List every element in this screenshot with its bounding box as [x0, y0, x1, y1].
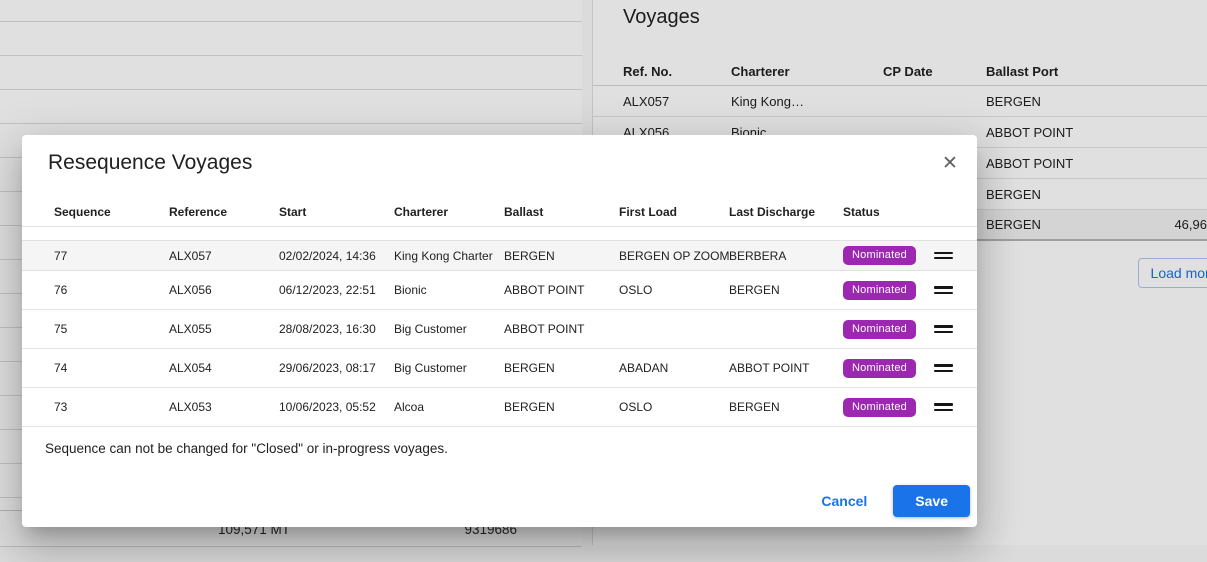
- status-badge: Nominated: [843, 246, 916, 265]
- column-header-first-load: First Load: [619, 205, 729, 219]
- reference-cell: ALX057: [169, 249, 279, 263]
- drag-handle-cell: [930, 361, 977, 375]
- voyage-row-ALX056[interactable]: 76ALX05606/12/2023, 22:51BionicABBOT POI…: [22, 271, 977, 310]
- drag-handle-cell: [930, 283, 977, 297]
- charterer-cell: King Kong Charter: [394, 249, 504, 263]
- status-badge: Nominated: [843, 281, 916, 300]
- first-load-cell: ABADAN: [619, 361, 729, 375]
- status-badge: Nominated: [843, 320, 916, 339]
- sequence-cell: 77: [54, 249, 169, 263]
- drag-handle-icon[interactable]: [934, 252, 953, 260]
- ballast-cell: BERGEN: [504, 361, 619, 375]
- drag-handle-cell: [930, 322, 977, 336]
- close-icon[interactable]: ✕: [937, 151, 963, 177]
- start-cell: 02/02/2024, 14:36: [279, 249, 394, 263]
- voyage-row-ALX054[interactable]: 74ALX05429/06/2023, 08:17Big CustomerBER…: [22, 349, 977, 388]
- start-cell: 06/12/2023, 22:51: [279, 283, 394, 297]
- status-cell: Nominated: [843, 398, 930, 417]
- column-header-charterer: Charterer: [394, 205, 504, 219]
- drag-handle-icon[interactable]: [934, 403, 953, 411]
- status-badge: Nominated: [843, 398, 916, 417]
- drag-handle-cell: [930, 400, 977, 414]
- dialog-title: Resequence Voyages: [48, 151, 252, 175]
- ballast-cell: BERGEN: [504, 400, 619, 414]
- first-load-cell: OSLO: [619, 400, 729, 414]
- last-discharge-cell: ABBOT POINT: [729, 361, 843, 375]
- voyage-row-ALX057[interactable]: 77ALX05702/02/2024, 14:36King Kong Chart…: [22, 240, 977, 271]
- column-header-reference: Reference: [169, 205, 279, 219]
- status-cell: Nominated: [843, 281, 930, 300]
- sequence-cell: 75: [54, 322, 169, 336]
- start-cell: 28/08/2023, 16:30: [279, 322, 394, 336]
- voyage-row-ALX053[interactable]: 73ALX05310/06/2023, 05:52AlcoaBERGENOSLO…: [22, 388, 977, 427]
- dialog-actions: Cancel Save: [807, 485, 970, 517]
- ballast-cell: BERGEN: [504, 249, 619, 263]
- ballast-cell: ABBOT POINT: [504, 283, 619, 297]
- reference-cell: ALX053: [169, 400, 279, 414]
- sequence-cell: 76: [54, 283, 169, 297]
- last-discharge-cell: BERBERA: [729, 249, 843, 263]
- column-header-last-discharge: Last Discharge: [729, 205, 843, 219]
- dialog-note: Sequence can not be changed for "Closed"…: [45, 441, 448, 456]
- reference-cell: ALX054: [169, 361, 279, 375]
- start-cell[interactable]: 10/06/2023, 05:52: [279, 400, 394, 414]
- sequence-cell: 73: [54, 400, 169, 414]
- last-discharge-cell: BERGEN: [729, 400, 843, 414]
- charterer-cell: Big Customer: [394, 322, 504, 336]
- save-button[interactable]: Save: [893, 485, 970, 517]
- first-load-cell: BERGEN OP ZOOM: [619, 249, 729, 263]
- status-cell: Nominated: [843, 246, 930, 265]
- status-cell: Nominated: [843, 359, 930, 378]
- column-header-start: Start: [279, 205, 394, 219]
- column-header-sequence: Sequence: [54, 205, 169, 219]
- drag-handle-cell: [930, 249, 977, 263]
- drag-handle-icon[interactable]: [934, 325, 953, 333]
- cancel-button[interactable]: Cancel: [807, 485, 881, 517]
- reference-cell: ALX055: [169, 322, 279, 336]
- start-cell: 29/06/2023, 08:17: [279, 361, 394, 375]
- last-discharge-cell: BERGEN: [729, 283, 843, 297]
- drag-handle-icon[interactable]: [934, 364, 953, 372]
- charterer-cell: Bionic: [394, 283, 504, 297]
- charterer-cell: Alcoa: [394, 400, 504, 414]
- status-badge: Nominated: [843, 359, 916, 378]
- drag-handle-icon[interactable]: [934, 286, 953, 294]
- column-header-status: Status: [843, 205, 930, 219]
- resequence-table-body: 77ALX05702/02/2024, 14:36King Kong Chart…: [22, 240, 977, 427]
- first-load-cell: OSLO: [619, 283, 729, 297]
- status-cell: Nominated: [843, 320, 930, 339]
- resequence-table-header: Sequence Reference Start Charterer Balla…: [22, 198, 977, 227]
- voyage-row-ALX055[interactable]: 75ALX05528/08/2023, 16:30Big CustomerABB…: [22, 310, 977, 349]
- sequence-cell: 74: [54, 361, 169, 375]
- charterer-cell: Big Customer: [394, 361, 504, 375]
- resequence-voyages-dialog: Resequence Voyages ✕ Sequence Reference …: [22, 135, 977, 527]
- column-header-ballast: Ballast: [504, 205, 619, 219]
- reference-cell: ALX056: [169, 283, 279, 297]
- ballast-cell: ABBOT POINT: [504, 322, 619, 336]
